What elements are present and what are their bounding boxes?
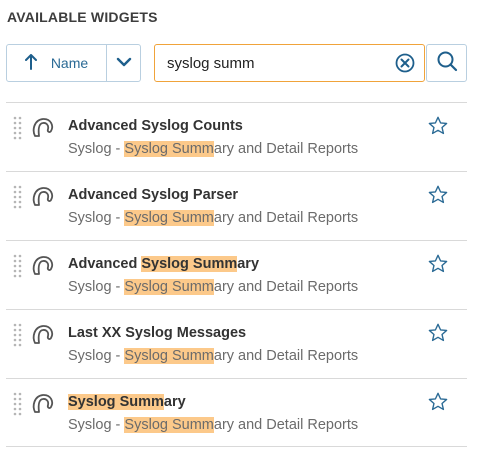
widget-description-rest: ary and Detail Reports [213, 348, 359, 364]
widget-description-rest: ary and Detail Reports [213, 417, 359, 433]
widget-list-item[interactable]: Advanced Syslog Counts Syslog - Syslog S… [6, 102, 467, 171]
widget-name-match: Syslog Summ [68, 394, 164, 410]
widget-name-text: Advanced Syslog Counts [68, 118, 243, 134]
widget-list-item[interactable]: Syslog Summary Syslog - Syslog Summary a… [6, 378, 467, 447]
widget-description-rest: ary and Detail Reports [213, 210, 359, 226]
star-icon[interactable] [427, 391, 449, 413]
widget-name: Syslog Summary [68, 394, 186, 410]
widget-name: Advanced Syslog Counts [68, 118, 243, 134]
widget-description-text: Syslog - [68, 279, 125, 295]
widget-description: Syslog - Syslog Summary and Detail Repor… [68, 348, 358, 364]
sort-direction-button[interactable]: Name [7, 45, 107, 81]
widget-list-item[interactable]: Advanced Syslog Parser Syslog - Syslog S… [6, 171, 467, 240]
arrow-up-icon [24, 53, 37, 73]
widget-description-rest: ary and Detail Reports [213, 279, 359, 295]
star-icon[interactable] [427, 253, 449, 275]
widget-list-item[interactable]: Last XX Syslog Messages Syslog - Syslog … [6, 309, 467, 378]
widget-gauge-icon [31, 184, 55, 208]
widget-description-match: Syslog Summ [124, 141, 214, 157]
widget-gauge-icon [31, 322, 55, 346]
drag-handle-icon[interactable] [13, 254, 23, 278]
widget-name: Advanced Syslog Parser [68, 187, 238, 203]
drag-handle-icon[interactable] [13, 116, 23, 140]
clear-circle-icon[interactable] [395, 53, 415, 73]
drag-handle-icon[interactable] [13, 392, 23, 416]
sort-label: Name [50, 55, 89, 71]
widget-description-text: Syslog - [68, 210, 125, 226]
widget-gauge-icon [31, 115, 55, 139]
widget-name-rest: ary [163, 394, 186, 410]
widget-description-text: Syslog - [68, 417, 125, 433]
widget-description: Syslog - Syslog Summary and Detail Repor… [68, 417, 358, 433]
widget-description: Syslog - Syslog Summary and Detail Repor… [68, 279, 358, 295]
search-button[interactable] [426, 44, 467, 82]
drag-handle-icon[interactable] [13, 323, 23, 347]
widget-description-match: Syslog Summ [124, 348, 214, 364]
widget-description: Syslog - Syslog Summary and Detail Repor… [68, 210, 358, 226]
widget-name-rest: ary [237, 256, 260, 272]
widget-description-rest: ary and Detail Reports [213, 141, 359, 157]
star-icon[interactable] [427, 322, 449, 344]
widget-name-text: Last XX Syslog Messages [68, 325, 247, 341]
search-field [154, 44, 425, 82]
magnifier-icon [436, 50, 458, 77]
widget-list-item[interactable]: Advanced Syslog Summary Syslog - Syslog … [6, 240, 467, 309]
sort-dropdown-button[interactable] [107, 45, 140, 81]
star-icon[interactable] [427, 115, 449, 137]
widget-description-text: Syslog - [68, 348, 125, 364]
widget-description-match: Syslog Summ [124, 279, 214, 295]
widget-description-match: Syslog Summ [124, 210, 214, 226]
panel-title: AVAILABLE WIDGETS [7, 9, 158, 25]
widget-gauge-icon [31, 253, 55, 277]
toolbar: Name [6, 44, 467, 82]
widget-gauge-icon [31, 391, 55, 415]
widget-list: Advanced Syslog Counts Syslog - Syslog S… [6, 102, 467, 447]
drag-handle-icon[interactable] [13, 185, 23, 209]
chevron-down-icon [116, 54, 132, 72]
star-icon[interactable] [427, 184, 449, 206]
search-input[interactable] [167, 54, 382, 72]
widget-description-text: Syslog - [68, 141, 125, 157]
widget-description-match: Syslog Summ [124, 417, 214, 433]
widget-name-text: Advanced [68, 256, 142, 272]
widget-name: Advanced Syslog Summary [68, 256, 259, 272]
sort-control: Name [6, 44, 141, 82]
widget-name-match: Syslog Summ [141, 256, 238, 272]
widget-description: Syslog - Syslog Summary and Detail Repor… [68, 141, 358, 157]
widget-name: Last XX Syslog Messages [68, 325, 246, 341]
widget-name-text: Advanced Syslog Parser [68, 187, 239, 203]
